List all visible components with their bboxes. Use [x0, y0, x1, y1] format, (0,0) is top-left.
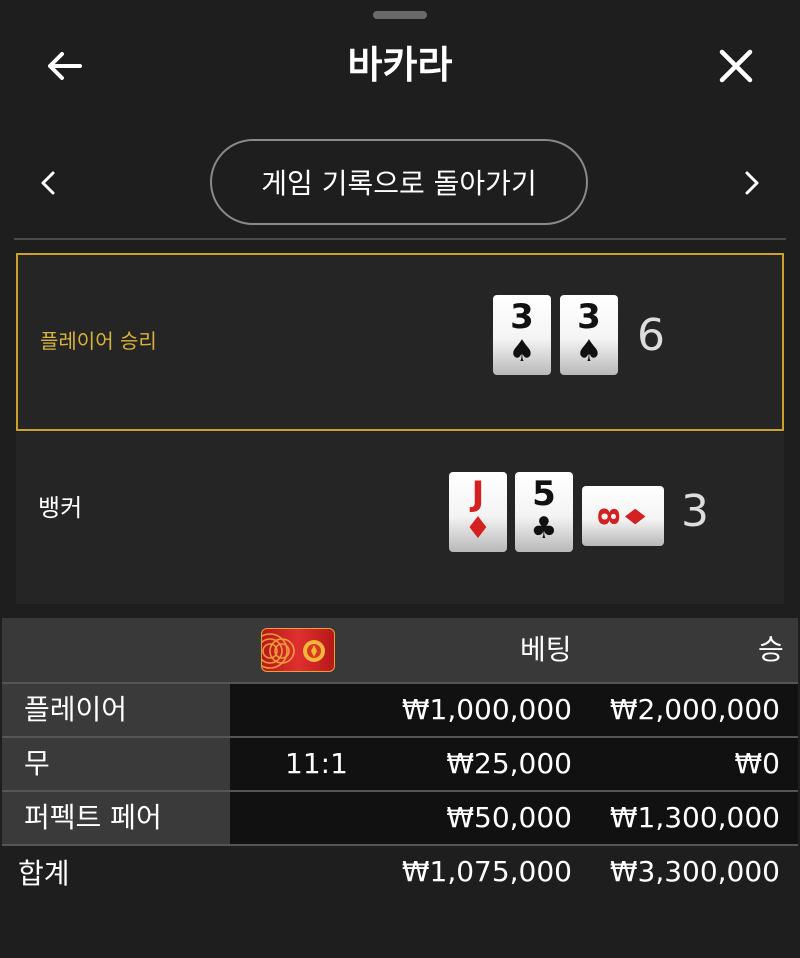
bet-column-header: 베팅: [520, 633, 572, 666]
row-bet: ₩50,000: [446, 801, 572, 834]
total-label: 합계: [18, 857, 70, 890]
total-win: ₩3,300,000: [609, 855, 780, 888]
player-card-2: 3 ♠: [560, 295, 618, 375]
banker-hand-label: 뱅커: [38, 494, 83, 522]
diamond-icon: ♦: [464, 511, 492, 546]
red-envelope-chip-icon: [261, 628, 335, 672]
next-game-button[interactable]: [732, 160, 772, 206]
row-win: ₩2,000,000: [609, 693, 780, 726]
back-to-history-button[interactable]: 게임 기록으로 돌아가기: [210, 139, 588, 225]
diamond-icon: ♦: [618, 503, 652, 529]
page-title: 바카라: [347, 43, 453, 87]
chevron-right-icon: [745, 171, 759, 195]
divider: [14, 238, 786, 240]
table-row-player: 플레이어 ₩1,000,000 ₩2,000,000: [2, 684, 798, 736]
banker-card-3-sideways: 8 ♦: [582, 486, 664, 546]
row-name: 플레이어: [24, 693, 128, 726]
card-rank: J: [471, 474, 485, 514]
drag-handle[interactable]: [373, 11, 427, 19]
card-rank: 3: [510, 297, 534, 337]
close-button[interactable]: [710, 40, 762, 92]
row-bet: ₩1,000,000: [401, 693, 572, 726]
total-bet: ₩1,075,000: [401, 855, 572, 888]
table-total-row: 합계 ₩1,075,000 ₩3,300,000: [2, 846, 798, 904]
player-hand-label: 플레이어 승리: [40, 329, 157, 353]
player-hand-panel: 플레이어 승리 3 ♠ 3 ♠ 6: [16, 253, 784, 431]
banker-total: 3: [681, 486, 709, 537]
close-icon: [719, 49, 753, 83]
row-name: 퍼펙트 페어: [24, 801, 162, 834]
spade-icon: ♠: [508, 334, 536, 369]
bets-table-header: 베팅 승: [2, 618, 798, 682]
win-column-header: 승: [758, 633, 784, 666]
table-row-tie: 무 11:1 ₩25,000 ₩0: [2, 738, 798, 790]
row-win: ₩0: [734, 747, 781, 780]
row-bet: ₩25,000: [446, 747, 572, 780]
previous-game-button[interactable]: [28, 160, 68, 206]
card-rank: 5: [532, 474, 556, 514]
spade-icon: ♠: [575, 334, 603, 369]
row-win: ₩1,300,000: [609, 801, 780, 834]
row-name: 무: [24, 747, 50, 780]
player-total: 6: [637, 310, 665, 361]
row-odds: 11:1: [285, 747, 348, 780]
banker-hand-panel: 뱅커 J ♦ 5 ♣ 8 ♦ 3: [16, 432, 784, 604]
row-name-cell: 플레이어: [2, 684, 230, 736]
player-card-1: 3 ♠: [493, 295, 551, 375]
game-detail-sheet: 바카라 게임 기록으로 돌아가기 플레이어 승리 3 ♠ 3 ♠ 6 뱅커 J: [0, 0, 800, 958]
row-name-cell: 퍼펙트 페어: [2, 792, 230, 844]
club-icon: ♣: [530, 511, 558, 546]
table-row-perfect-pair: 퍼펙트 페어 ₩50,000 ₩1,300,000: [2, 792, 798, 844]
banker-card-2: 5 ♣: [515, 472, 573, 552]
banker-card-1: J ♦: [449, 472, 507, 552]
row-name-cell: 무: [2, 738, 230, 790]
chevron-left-icon: [41, 171, 55, 195]
card-rank: 3: [577, 297, 601, 337]
